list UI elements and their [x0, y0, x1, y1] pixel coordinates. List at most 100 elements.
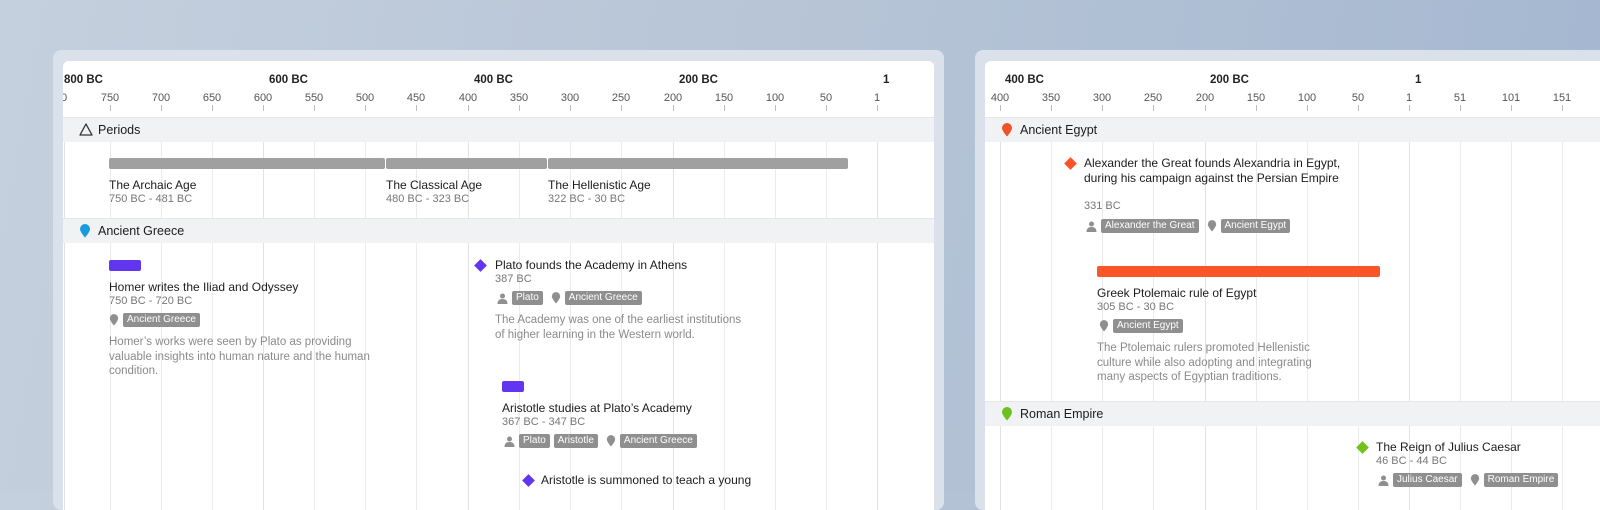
person-icon	[1378, 475, 1389, 486]
major-label: 1	[1415, 74, 1422, 86]
tick-label: 1	[873, 92, 881, 104]
group-header-periods[interactable]: Periods	[63, 117, 934, 142]
map-pin-icon	[1470, 474, 1480, 486]
period-bar-classical[interactable]	[386, 158, 547, 169]
map-pin-icon	[551, 292, 561, 304]
group-label: Ancient Egypt	[1020, 123, 1098, 137]
event-bar-ptolemaic[interactable]	[1097, 266, 1380, 277]
tick-label: 300	[1092, 92, 1112, 104]
group-header-roman-empire[interactable]: Roman Empire	[985, 401, 1600, 426]
map-pin-icon	[1001, 123, 1013, 140]
event-title[interactable]: Greek Ptolemaic rule of Egypt	[1097, 286, 1256, 301]
tick-label: 100	[1297, 92, 1317, 104]
tick-label: 151	[1552, 92, 1572, 104]
tick-label: 50	[1351, 92, 1365, 104]
major-label: 200 BC	[1210, 74, 1249, 86]
event-title[interactable]: Aristotle studies at Plato’s Academy	[502, 401, 692, 416]
event-date: 480 BC - 323 BC	[386, 193, 470, 205]
person-tag[interactable]: Plato	[519, 434, 550, 448]
place-tag[interactable]: Ancient Egypt	[1113, 319, 1183, 333]
map-pin-icon	[79, 224, 91, 241]
event-tags: Ancient Egypt	[1099, 319, 1183, 333]
event-marker-plato-academy[interactable]	[474, 259, 487, 272]
map-pin-icon	[109, 314, 119, 326]
event-marker-aristotle-summoned[interactable]	[522, 474, 535, 487]
major-label: 400 BC	[474, 74, 513, 86]
event-date: 367 BC - 347 BC	[502, 416, 586, 428]
tick-label: 250	[1143, 92, 1163, 104]
event-title[interactable]: The Archaic Age	[109, 178, 196, 193]
tick-label: 450	[406, 92, 426, 104]
event-date: 46 BC - 44 BC	[1376, 455, 1447, 467]
tick-label: 600	[253, 92, 273, 104]
event-tags: Plato Aristotle Ancient Greece	[504, 434, 697, 448]
tick-label: 650	[202, 92, 222, 104]
event-title[interactable]: Aristotle is summoned to teach a young	[541, 473, 751, 488]
group-header-ancient-egypt[interactable]: Ancient Egypt	[985, 117, 1600, 142]
place-tag[interactable]: Roman Empire	[1483, 473, 1559, 487]
group-label: Roman Empire	[1020, 407, 1104, 421]
place-tag[interactable]: Ancient Egypt	[1220, 219, 1291, 233]
event-date: 305 BC - 30 BC	[1097, 301, 1175, 313]
tick-label: 550	[304, 92, 324, 104]
major-label: 400 BC	[1005, 74, 1044, 86]
event-tags: Julius Caesar Roman Empire	[1378, 473, 1559, 487]
tick-label: 51	[1453, 92, 1467, 104]
timeline-left: 800 BC 600 BC 400 BC 200 BC 1 0 750 700 …	[63, 61, 934, 510]
tick-label: 300	[560, 92, 580, 104]
timeline-panel-left: 800 BC 600 BC 400 BC 200 BC 1 0 750 700 …	[53, 50, 944, 510]
person-icon	[1086, 221, 1097, 232]
tick-label: 150	[714, 92, 734, 104]
tick-label: 350	[1041, 92, 1061, 104]
tick-label: 250	[611, 92, 631, 104]
event-bar-homer[interactable]	[109, 260, 141, 271]
person-icon	[504, 436, 515, 447]
event-date: 750 BC - 481 BC	[109, 193, 193, 205]
tick-label: 200	[1195, 92, 1215, 104]
tick-label: 50	[819, 92, 833, 104]
map-pin-icon	[1001, 407, 1013, 424]
event-description: The Ptolemaic rulers promoted Hellenisti…	[1097, 342, 1312, 383]
event-tags: Alexander the Great Ancient Egypt	[1086, 219, 1291, 233]
event-title[interactable]: Homer writes the Iliad and Odyssey	[109, 280, 298, 295]
event-title[interactable]: Alexander the Great founds Alexandria in…	[1084, 156, 1342, 185]
event-date: 331 BC	[1084, 200, 1121, 212]
tick-label: 200	[663, 92, 683, 104]
map-pin-icon	[1099, 320, 1109, 332]
person-tag[interactable]: Plato	[512, 291, 543, 305]
tick-label: 500	[355, 92, 375, 104]
major-label: 800 BC	[64, 74, 103, 86]
event-title[interactable]: The Classical Age	[386, 178, 482, 193]
event-description: The Academy was one of the earliest inst…	[495, 314, 742, 341]
person-tag[interactable]: Alexander the Great	[1101, 219, 1199, 233]
event-date: 750 BC - 720 BC	[109, 295, 193, 307]
major-label: 1	[883, 74, 890, 86]
event-title[interactable]: The Reign of Julius Caesar	[1376, 440, 1521, 455]
tick-label: 101	[1501, 92, 1521, 104]
person-tag[interactable]: Julius Caesar	[1393, 473, 1462, 487]
tick-label: 400	[458, 92, 478, 104]
event-marker-julius-caesar[interactable]	[1356, 441, 1369, 454]
place-tag[interactable]: Ancient Greece	[619, 434, 697, 448]
person-tag[interactable]: Aristotle	[553, 434, 598, 448]
event-tags: Plato Ancient Greece	[497, 291, 642, 305]
time-ruler-left: 800 BC 600 BC 400 BC 200 BC 1 0 750 700 …	[63, 61, 934, 117]
major-label: 600 BC	[269, 74, 308, 86]
tick-label: 150	[1246, 92, 1266, 104]
tick-label: 750	[100, 92, 120, 104]
period-bar-hellenistic[interactable]	[548, 158, 848, 169]
group-header-ancient-greece[interactable]: Ancient Greece	[63, 218, 934, 243]
event-bar-aristotle-studies[interactable]	[502, 381, 524, 392]
place-tag[interactable]: Ancient Greece	[123, 313, 200, 327]
event-title[interactable]: The Hellenistic Age	[548, 178, 651, 193]
map-pin-icon	[1207, 220, 1217, 232]
event-title[interactable]: Plato founds the Academy in Athens	[495, 258, 687, 273]
place-tag[interactable]: Ancient Greece	[564, 291, 642, 305]
event-date: 387 BC	[495, 273, 532, 285]
person-icon	[497, 293, 508, 304]
tick-label: 1	[1405, 92, 1413, 104]
tick-label: 100	[765, 92, 785, 104]
group-label: Ancient Greece	[98, 224, 185, 238]
period-bar-archaic[interactable]	[109, 158, 385, 169]
event-marker-alexandria[interactable]	[1064, 157, 1077, 170]
